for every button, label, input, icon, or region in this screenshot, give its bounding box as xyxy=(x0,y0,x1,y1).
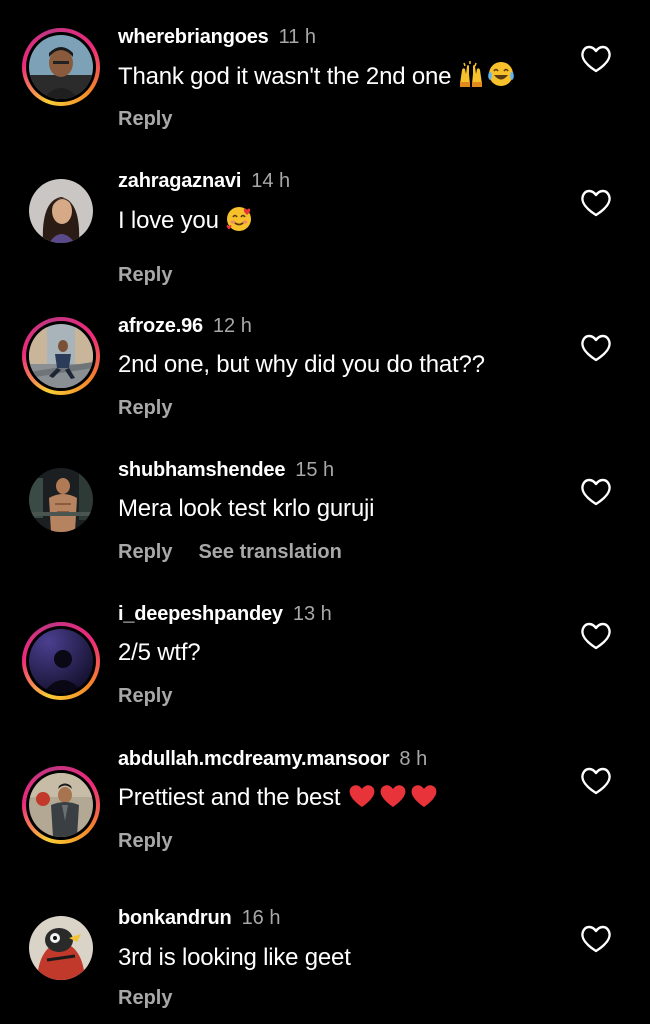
red-heart-emoji xyxy=(410,783,438,809)
heart-outline-icon[interactable] xyxy=(580,766,612,796)
comment-text: 3rd is looking like geet xyxy=(118,944,351,971)
red-heart-emoji xyxy=(348,783,376,809)
reply-button[interactable]: Reply xyxy=(118,264,172,286)
reply-button[interactable]: Reply xyxy=(118,685,172,707)
heart-outline-icon[interactable] xyxy=(580,44,612,74)
comment-item: bonkandrun 16 h 3rd is looking like geet … xyxy=(0,866,650,1010)
avatar-story-ring[interactable] xyxy=(22,622,100,700)
heart-outline-icon[interactable] xyxy=(580,188,612,218)
username[interactable]: wherebriangoes xyxy=(118,26,269,48)
comment-time: 11 h xyxy=(278,26,317,48)
avatar-wrapper[interactable] xyxy=(29,179,93,243)
heart-outline-icon[interactable] xyxy=(580,477,612,507)
reply-button[interactable]: Reply xyxy=(118,108,172,130)
comment-item: i_deepeshpandey 13 h 2/5 wtf? Reply xyxy=(0,577,650,721)
raising-hands-emoji xyxy=(457,60,485,88)
avatar xyxy=(29,629,93,693)
reply-button[interactable]: Reply xyxy=(118,987,172,1009)
red-heart-emoji xyxy=(379,783,407,809)
avatar-story-ring[interactable] xyxy=(22,766,100,844)
username[interactable]: afroze.96 xyxy=(118,315,203,337)
comment-text: Prettiest and the best xyxy=(118,782,438,814)
avatar-wrapper[interactable] xyxy=(29,468,93,532)
username[interactable]: i_deepeshpandey xyxy=(118,603,283,625)
username[interactable]: bonkandrun xyxy=(118,907,232,929)
comment-list: wherebriangoes 11 h Thank god it wasn't t… xyxy=(0,0,650,1024)
comment-time: 12 h xyxy=(212,315,252,337)
avatar-story-ring[interactable] xyxy=(22,28,100,106)
comment-text: 2/5 wtf? xyxy=(118,639,201,666)
avatar xyxy=(29,916,93,980)
tears-of-joy-emoji xyxy=(487,60,515,88)
comment-text: 2nd one, but why did you do that?? xyxy=(118,351,485,378)
avatar xyxy=(29,773,93,837)
comment-text: I love you xyxy=(118,204,253,237)
comment-item: afroze.96 12 h 2nd one, but why did you d… xyxy=(0,289,650,433)
comment-item: zahragaznavi 14 h I love you Reply xyxy=(0,144,650,288)
comment-time: 8 h xyxy=(399,748,428,770)
comment-time: 13 h xyxy=(292,603,332,625)
comment-time: 15 h xyxy=(295,459,335,481)
reply-button[interactable]: Reply xyxy=(118,541,172,563)
username[interactable]: zahragaznavi xyxy=(118,170,241,192)
comment-time: 14 h xyxy=(251,170,291,192)
comment-text: Mera look test krlo guruji xyxy=(118,495,375,522)
comment-time: 16 h xyxy=(241,907,281,929)
reply-button[interactable]: Reply xyxy=(118,830,172,852)
see-translation-button[interactable]: See translation xyxy=(198,541,341,563)
comment-text: Thank god it wasn't the 2nd one xyxy=(118,60,515,93)
avatar xyxy=(29,324,93,388)
avatar xyxy=(29,468,93,532)
avatar xyxy=(29,179,93,243)
avatar-story-ring[interactable] xyxy=(22,317,100,395)
reply-button[interactable]: Reply xyxy=(118,397,172,419)
heart-outline-icon[interactable] xyxy=(580,621,612,651)
username[interactable]: shubhamshendee xyxy=(118,459,285,481)
heart-outline-icon[interactable] xyxy=(580,924,612,954)
smiling-face-with-hearts-emoji xyxy=(225,204,253,232)
avatar-wrapper[interactable] xyxy=(29,916,93,980)
avatar xyxy=(29,35,93,99)
comment-item: wherebriangoes 11 h Thank god it wasn't t… xyxy=(0,0,650,144)
username[interactable]: abdullah.mcdreamy.mansoor xyxy=(118,748,390,770)
comment-item: shubhamshendee 15 h Mera look test krlo g… xyxy=(0,433,650,577)
heart-outline-icon[interactable] xyxy=(580,333,612,363)
comment-item: abdullah.mcdreamy.mansoor 8 h Prettiest a… xyxy=(0,722,650,866)
